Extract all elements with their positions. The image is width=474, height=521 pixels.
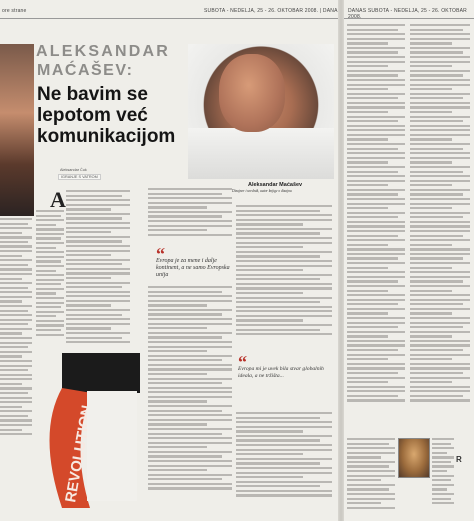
header-rule-left: [0, 18, 338, 19]
right-page-column-2: [410, 24, 470, 434]
right-page-column-2-bottom: [432, 438, 454, 516]
small-portrait-photo: [398, 438, 430, 478]
right-page-column-1-bottom: [347, 438, 395, 516]
pull-quote-1: Evropa je za mene i dalje kontinent, a n…: [156, 258, 230, 278]
photo-caption-text: Dizajner i urednik, autor knjige o dizaj…: [232, 189, 292, 193]
interviewee-surname: MAĆAŠEV:: [37, 62, 134, 79]
body-column-1: [66, 190, 130, 350]
left-section-label: ore strane: [2, 8, 27, 14]
pull-quote-2: Evropa mi je uvek bila stvar globalnih i…: [238, 366, 324, 379]
portrait-face: [219, 54, 285, 132]
body-column-3-bottom: [236, 412, 332, 512]
body-column-3: [236, 205, 332, 345]
byline: Aleksandar Ćuk: [60, 168, 87, 172]
body-column-2-top: [148, 188, 232, 243]
interviewee-first-name: ALEKSANDAR: [36, 43, 170, 60]
article-headline: Ne bavim se lepotom već komunikacijom: [37, 84, 176, 147]
drop-cap: A: [50, 187, 66, 212]
body-column-2: [148, 286, 232, 512]
left-cut-column: [0, 218, 32, 438]
right-page-column-1: [347, 24, 405, 434]
left-cut-photo: [0, 44, 34, 216]
newspaper-spread: ore strane SUBOTA - NEDELJA, 25 - 26. OK…: [0, 0, 474, 521]
revolution-graphic: REVOLUTION: [49, 353, 140, 508]
side-mark: R: [456, 455, 462, 464]
left-dateline: SUBOTA - NEDELJA, 25 - 26. OKTOBAR 2008.…: [204, 8, 342, 14]
header-rule-right: [344, 18, 474, 19]
portrait-shirt: [188, 128, 334, 179]
graphic-page-white: [87, 391, 137, 501]
rubric-label: IGRANJE S VATROM: [58, 174, 101, 180]
page-gutter: [338, 0, 344, 521]
graphic-dark-block: [62, 353, 140, 393]
photo-caption-name: Aleksandar Maćašev: [248, 182, 303, 188]
body-column-0: [36, 210, 64, 350]
